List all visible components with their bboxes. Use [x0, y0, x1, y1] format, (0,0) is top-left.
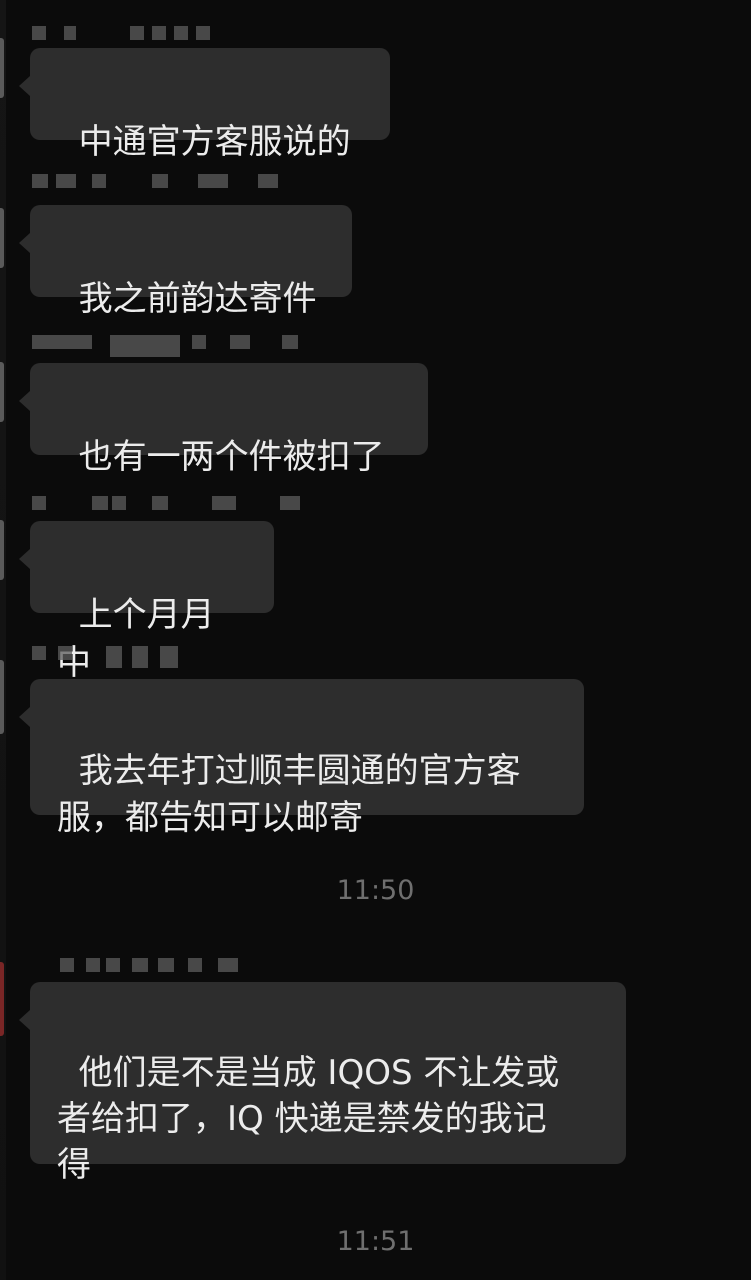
message-text: 中通官方客服说的 [78, 122, 351, 162]
sender-name-blurred [32, 26, 210, 48]
message-bubble[interactable]: 他们是不是当成 IQOS 不让发或 者给扣了，IQ 快递是禁发的我记 得 [19, 982, 626, 1185]
avatar[interactable] [0, 38, 4, 98]
message-text: 也有一两个件被扣了 [78, 437, 385, 477]
left-edge-strip [0, 0, 6, 1280]
avatar[interactable] [0, 660, 4, 734]
timestamp: 11:51 [336, 1226, 415, 1257]
message-bubble[interactable]: 我之前韵达寄件 [19, 205, 352, 319]
avatar[interactable] [0, 208, 4, 268]
sender-name-blurred [32, 174, 292, 196]
message-bubble[interactable]: 上个月月中 [19, 521, 274, 683]
avatar[interactable] [0, 520, 4, 580]
message-text: 上个月月中 [57, 595, 215, 683]
avatar[interactable] [0, 362, 4, 422]
timestamp: 11:50 [336, 875, 415, 906]
message-text: 我之前韵达寄件 [78, 279, 317, 319]
sender-name-blurred [32, 496, 302, 518]
message-text: 他们是不是当成 IQOS 不让发或 者给扣了，IQ 快递是禁发的我记 得 [57, 1053, 560, 1185]
message-text: 我去年打过顺丰圆通的官方客 服，都告知可以邮寄 [57, 751, 521, 838]
avatar[interactable] [0, 962, 4, 1036]
message-bubble[interactable]: 我去年打过顺丰圆通的官方客 服，都告知可以邮寄 [19, 679, 584, 838]
sender-name-blurred [32, 958, 272, 980]
message-bubble[interactable]: 中通官方客服说的 [19, 48, 390, 162]
message-bubble[interactable]: 也有一两个件被扣了 [19, 363, 428, 477]
sender-name-blurred [32, 646, 202, 668]
sender-name-blurred [32, 335, 302, 357]
